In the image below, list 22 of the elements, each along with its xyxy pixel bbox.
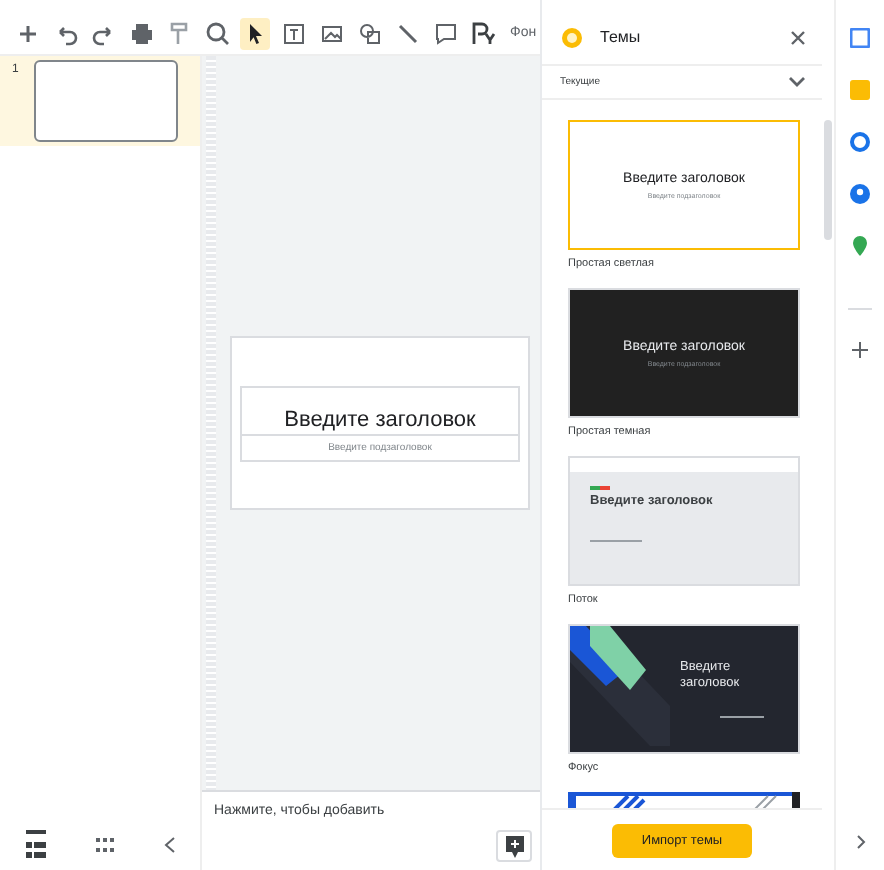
subtitle-line — [720, 716, 764, 719]
explore-button[interactable] — [496, 830, 532, 862]
accent-line-icon — [590, 486, 610, 490]
map-pin-icon[interactable] — [850, 236, 870, 256]
filmstrip-view-icon[interactable] — [25, 830, 45, 858]
chevron-down-icon — [788, 76, 806, 88]
stripe-drawing — [570, 626, 670, 746]
grid-view-icon[interactable] — [95, 837, 113, 851]
style-tool-icon[interactable] — [468, 17, 498, 49]
subtitle-line — [590, 540, 642, 542]
collapse-icon[interactable] — [163, 835, 175, 853]
expand-icon[interactable] — [855, 834, 865, 850]
palette-icon — [560, 25, 584, 49]
slide-title: Введите заголовок — [284, 407, 476, 431]
title-placeholder[interactable]: Введите заголовок — [240, 385, 520, 435]
close-icon[interactable] — [790, 29, 806, 45]
note-icon — [505, 835, 523, 857]
panel-title: Темы — [600, 28, 643, 46]
slide-thumbnail[interactable] — [34, 60, 179, 142]
cursor-tool-icon[interactable] — [240, 17, 270, 49]
add-icon[interactable] — [852, 342, 868, 358]
zoom-tool-icon[interactable] — [202, 17, 232, 49]
